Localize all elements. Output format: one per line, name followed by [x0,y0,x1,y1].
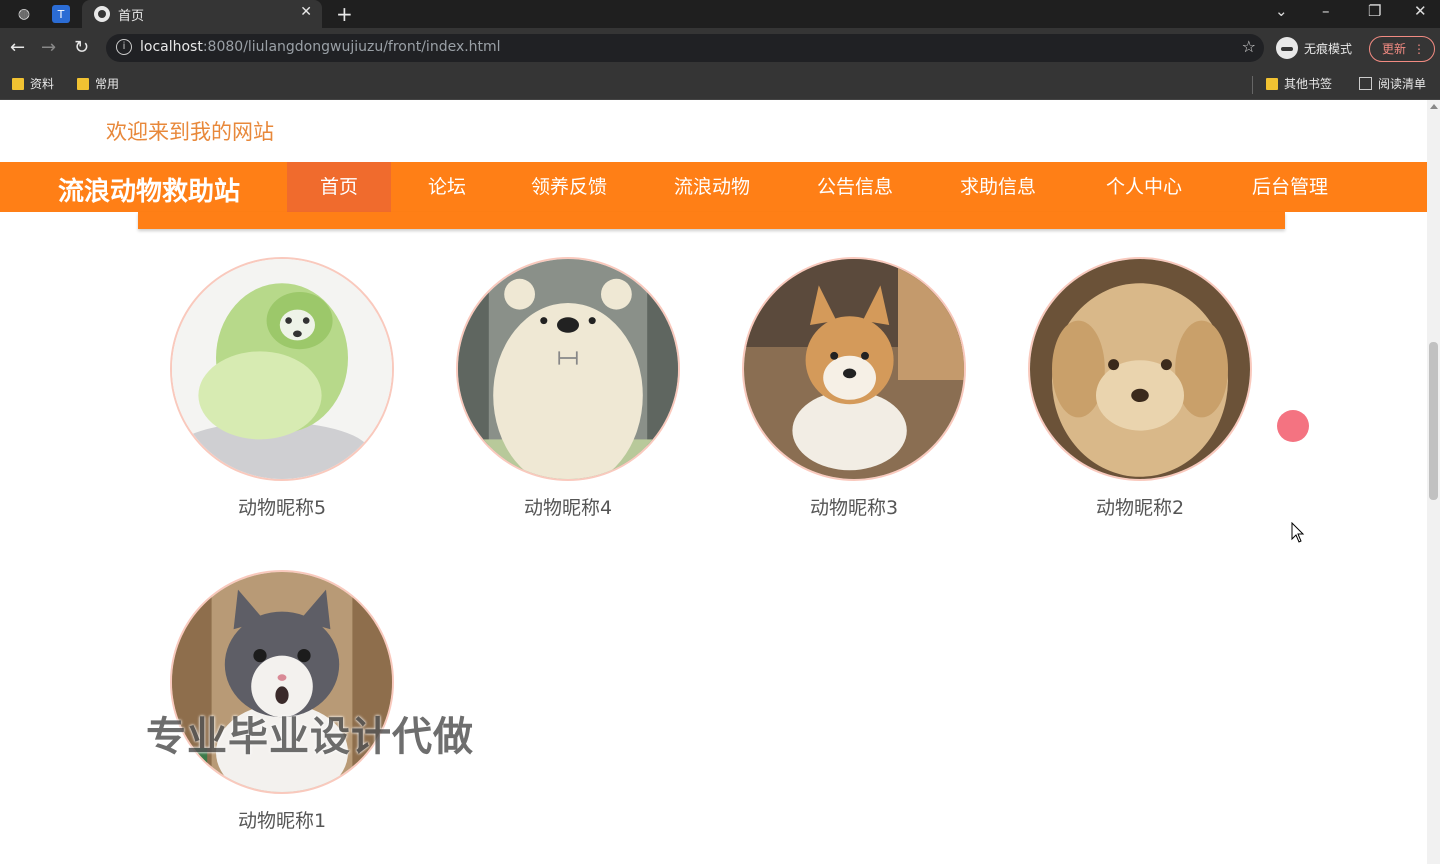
animal-card[interactable]: 动物昵称3 [741,257,967,520]
animal-card[interactable]: 动物昵称2 [1027,257,1253,520]
shiba-dog-image [744,259,964,479]
forward-arrow-icon[interactable]: → [41,37,56,58]
chevron-down-icon[interactable]: ⌄ [1275,2,1288,20]
url-text: localhost:8080/liulangdongwujiuzu/front/… [140,39,501,55]
nav-item-stray-animals[interactable]: 流浪动物 [662,162,762,212]
animal-name: 动物昵称4 [523,497,613,519]
site-title: 流浪动物救助站 [58,177,241,207]
main-nav: 流浪动物救助站 首页 论坛 领养反馈 流浪动物 公告信息 求助信息 个人中心 后… [0,162,1427,212]
nav-item-home[interactable]: 首页 [287,162,391,212]
tab-title: 首页 [118,9,145,24]
nav-item-help-info[interactable]: 求助信息 [948,162,1048,212]
minimize-icon[interactable]: – [1322,2,1330,20]
watermark-text: 专业毕业设计代做 [146,714,474,760]
update-label: 更新 [1382,42,1407,56]
close-window-icon[interactable]: ✕ [1414,2,1427,20]
restore-icon[interactable]: ❐ [1368,2,1381,20]
reload-icon[interactable]: ↻ [74,37,89,58]
back-arrow-icon[interactable]: ← [10,37,25,58]
animal-photo[interactable] [742,257,966,481]
incognito-indicator[interactable]: 无痕模式 [1276,37,1352,59]
puppy-image [1030,259,1250,479]
section-header-bar [138,212,1285,229]
star-icon[interactable]: ☆ [1242,37,1256,56]
animal-name: 动物昵称1 [237,810,327,832]
plus-icon[interactable]: + [336,2,353,26]
scrollbar-thumb[interactable] [1429,342,1438,500]
other-bookmarks[interactable]: 其他书签 [1266,75,1332,92]
mouse-cursor-icon [1291,522,1305,543]
folder-icon [77,77,89,90]
globe-icon [94,6,110,22]
app-icon[interactable]: T [52,5,70,23]
animal-name: 动物昵称3 [809,497,899,519]
animal-card[interactable]: 动物昵称5 [169,257,395,520]
folder-icon [1266,77,1278,90]
bookmark-folder[interactable]: 资料 [12,75,54,92]
url-input[interactable]: i localhost:8080/liulangdongwujiuzu/fron… [106,34,1264,62]
animal-name: 动物昵称5 [237,497,327,519]
scroll-up-icon[interactable] [1430,104,1438,109]
animal-name: 动物昵称2 [1095,497,1185,519]
animal-photo[interactable] [456,257,680,481]
update-button[interactable]: 更新 ⋮ [1369,36,1435,62]
folder-icon [12,77,24,90]
browser-tab-bar: ◍ T 首页 ✕ + ⌄ – ❐ ✕ [0,0,1440,28]
reading-list[interactable]: 阅读清单 [1359,75,1426,92]
animal-card[interactable]: 动物昵称4 [455,257,681,520]
bookmark-folder[interactable]: 常用 [77,75,119,92]
nav-item-profile[interactable]: 个人中心 [1094,162,1194,212]
close-icon[interactable]: ✕ [300,4,312,20]
cursor-highlight [1277,410,1309,442]
cabbage-dog-image [172,259,392,479]
nav-item-admin[interactable]: 后台管理 [1240,162,1340,212]
address-bar-row: ← → ↻ i localhost:8080/liulangdongwujiuz… [0,28,1440,68]
active-tab[interactable]: 首页 ✕ [82,0,322,28]
animal-card[interactable]: 动物昵称1 [169,570,395,833]
nav-item-announcements[interactable]: 公告信息 [805,162,905,212]
welcome-text: 欢迎来到我的网站 [106,120,274,144]
info-icon[interactable]: i [116,39,132,55]
bookmarks-bar: 资料 常用 其他书签 阅读清单 [0,68,1440,100]
reading-list-icon [1359,77,1372,90]
incognito-label: 无痕模式 [1304,41,1353,56]
animal-photo[interactable] [170,257,394,481]
nav-item-adoption-feedback[interactable]: 领养反馈 [519,162,619,212]
nav-item-forum[interactable]: 论坛 [407,162,487,212]
divider [1252,76,1253,94]
incognito-icon [1276,37,1298,59]
web-page: 欢迎来到我的网站 流浪动物救助站 首页 论坛 领养反馈 流浪动物 公告信息 求助… [0,100,1427,864]
page-scrollbar[interactable] [1427,100,1440,864]
menu-dots-icon: ⋮ [1413,42,1425,56]
globe-icon[interactable]: ◍ [14,4,34,24]
animal-photo[interactable] [1028,257,1252,481]
white-bear-image [458,259,678,479]
